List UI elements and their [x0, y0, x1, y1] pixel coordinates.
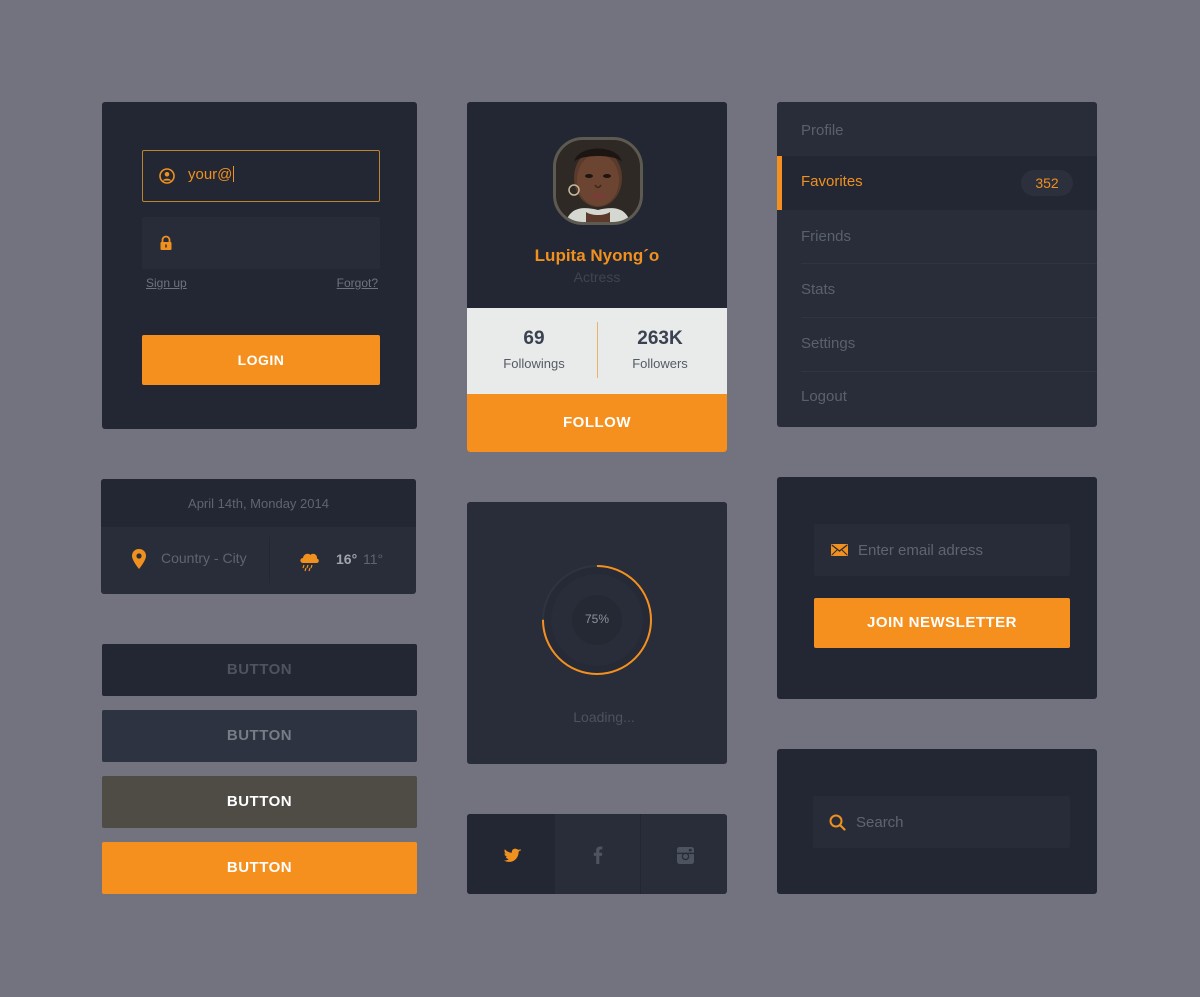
follow-button[interactable]: FOLLOW [467, 394, 727, 452]
menu-item-stats[interactable]: Stats [777, 264, 1097, 318]
profile-card: Lupita Nyong´o Actress 69 Followings 263… [467, 102, 727, 452]
sign-up-link[interactable]: Sign up [146, 276, 187, 290]
followers-count: 263K [637, 328, 683, 349]
email-value: your@ [188, 166, 235, 183]
password-field[interactable] [142, 217, 380, 269]
login-button[interactable]: LOGIN [142, 335, 380, 385]
followings-label: Followings [503, 356, 565, 371]
search-input[interactable] [856, 796, 1056, 848]
newsletter-email-input[interactable] [858, 524, 1058, 576]
lock-icon [160, 235, 172, 250]
login-card: your@ Sign up Forgot? LOGIN [102, 102, 417, 429]
temperature-low: 11° [363, 551, 384, 567]
menu-item-label: Logout [801, 388, 847, 405]
loading-text: Loading... [573, 709, 635, 725]
search-card [777, 749, 1097, 894]
mail-icon [831, 544, 848, 556]
weather-header: April 14th, Monday 2014 [101, 479, 416, 527]
map-pin-icon [132, 549, 146, 569]
button-taupe[interactable]: BUTTON [102, 776, 417, 828]
weather-date: April 14th, Monday 2014 [188, 496, 329, 511]
followings-count: 69 [523, 328, 545, 349]
forgot-password-link[interactable]: Forgot? [337, 276, 378, 290]
menu-item-label: Favorites [801, 173, 863, 190]
twitter-icon [503, 848, 522, 862]
search-icon [829, 814, 846, 831]
facebook-icon [593, 846, 603, 864]
weather-location: Country - City [161, 550, 247, 566]
menu-item-settings[interactable]: Settings [777, 318, 1097, 372]
profile-role: Actress [573, 269, 621, 285]
followers-label: Followers [632, 356, 688, 371]
menu-item-friends[interactable]: Friends [777, 210, 1097, 264]
weather-divider [269, 537, 270, 583]
facebook-button[interactable] [555, 814, 642, 894]
menu-item-favorites[interactable]: Favorites 352 [777, 156, 1097, 210]
menu-item-label: Profile [801, 122, 844, 139]
instagram-button[interactable] [641, 814, 727, 894]
followings-stat: 69 Followings [469, 308, 599, 394]
menu-item-logout[interactable]: Logout [777, 372, 1097, 426]
profile-stats: 69 Followings 263K Followers [467, 308, 727, 394]
button-slate[interactable]: BUTTON [102, 710, 417, 762]
twitter-button[interactable] [467, 814, 554, 894]
side-menu: Profile Favorites 352 Friends Stats Sett… [777, 102, 1097, 427]
user-circle-icon [159, 168, 175, 184]
email-input-field [814, 524, 1070, 576]
menu-item-label: Stats [801, 281, 836, 298]
menu-item-profile[interactable]: Profile [777, 102, 1097, 156]
instagram-icon [677, 847, 694, 864]
progress-percent: 75% [584, 612, 610, 626]
search-field [813, 796, 1070, 848]
loader-card: 75% Loading... [467, 502, 727, 764]
followers-stat: 263K Followers [595, 308, 725, 394]
button-dark[interactable]: BUTTON [102, 644, 417, 696]
weather-widget: April 14th, Monday 2014 Country - City 1… [101, 479, 416, 594]
social-bar [467, 814, 727, 894]
temperature-high: 16° [336, 551, 358, 567]
menu-item-label: Settings [801, 335, 856, 352]
rain-cloud-icon [300, 553, 319, 572]
email-field[interactable]: your@ [142, 150, 380, 202]
avatar-portrait [556, 140, 640, 222]
button-orange[interactable]: BUTTON [102, 842, 417, 894]
avatar [553, 137, 643, 225]
profile-name: Lupita Nyong´o [534, 246, 660, 265]
favorites-count-badge: 352 [1021, 170, 1073, 196]
newsletter-card: JOIN NEWSLETTER [777, 477, 1097, 699]
text-caret [233, 166, 235, 182]
menu-item-label: Friends [801, 228, 852, 245]
join-newsletter-button[interactable]: JOIN NEWSLETTER [814, 598, 1070, 648]
